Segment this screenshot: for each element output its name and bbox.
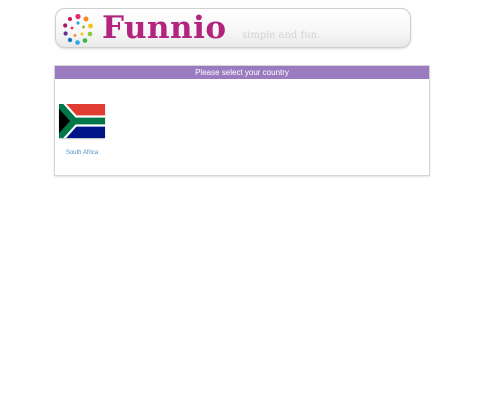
logo-text[interactable]: Funnio	[102, 10, 227, 46]
panel-title: Please select your country	[55, 66, 429, 79]
country-label[interactable]: South Africa	[57, 150, 107, 156]
page: Funnio simple and fun. Please select you…	[0, 0, 500, 417]
south-africa-flag-icon[interactable]	[59, 104, 105, 138]
country-select-panel: Please select your country South Africa	[54, 65, 430, 176]
country-item-south-africa[interactable]: South Africa	[57, 104, 107, 156]
funnio-logo-icon	[63, 13, 93, 45]
header-bar: Funnio simple and fun.	[55, 8, 411, 48]
tagline: simple and fun.	[242, 30, 321, 41]
